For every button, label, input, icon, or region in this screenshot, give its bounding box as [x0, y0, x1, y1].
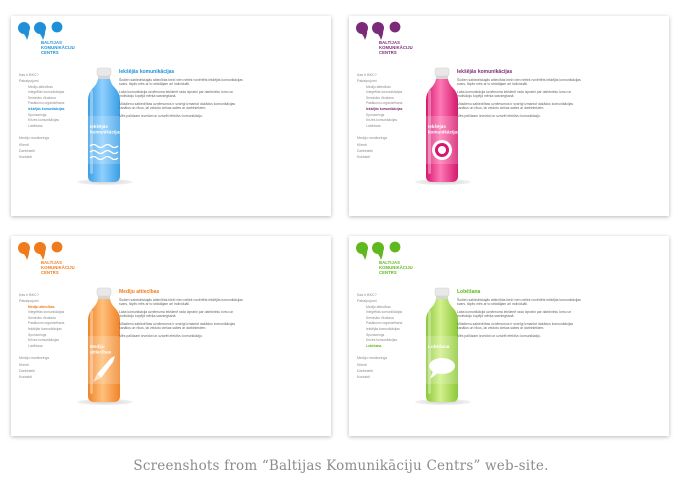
- svg-text:Lobēšana: Lobēšana: [428, 344, 450, 349]
- screenshot-lobbying-green: BALTIJAS KOMUNIKĀCIJU CENTRS Kas ir BKC?…: [349, 236, 669, 436]
- nav-item-contacts[interactable]: Kontakti: [19, 374, 87, 380]
- nav-item-contacts[interactable]: Kontakti: [19, 154, 87, 160]
- brand-name: BALTIJAS KOMUNIKĀCIJU CENTRS: [41, 260, 75, 275]
- nav-item-contacts[interactable]: Kontakti: [357, 154, 425, 160]
- main-navigation: Kas ir BKC? Pakalpojumi Mediju attiecība…: [357, 292, 425, 381]
- brand-line-3: CENTRS: [41, 50, 59, 55]
- brand-name: BALTIJAS KOMUNIKĀCIJU CENTRS: [41, 40, 75, 55]
- quote-marks-icon: [356, 241, 401, 260]
- screenshot-internal-comms-blue: BALTIJAS KOMUNIKĀCIJU CENTRS Kas ir BKC?…: [11, 16, 331, 216]
- brand-name: BALTIJAS KOMUNIKĀCIJU CENTRS: [379, 40, 413, 55]
- content-paragraph: Mēs palīdzam izveidot un uzturēt efektīv…: [457, 114, 541, 119]
- main-navigation: Kas ir BKC? Pakalpojumi Mediju attiecība…: [19, 72, 87, 161]
- content-paragraph: Laba komunikācija uzņēmuma iekšienē rada…: [457, 310, 572, 319]
- page-title: Iekšējās komunikācijas: [119, 69, 175, 75]
- content-paragraph: Laba komunikācija uzņēmuma iekšienē rada…: [457, 90, 572, 99]
- content-paragraph: Šodien sabiedriskajās attiecībās bieži v…: [119, 78, 243, 87]
- page-caption: Screenshots from “Baltijas Komunikāciju …: [133, 458, 549, 474]
- page-title: Mediju attiecības: [119, 289, 160, 295]
- content-paragraph: Mēs palīdzam izveidot un uzturēt efektīv…: [119, 114, 203, 119]
- svg-text:attiecības: attiecības: [90, 350, 112, 355]
- page-title: Lobēšana: [457, 289, 481, 295]
- quote-marks-icon: [356, 21, 401, 40]
- main-navigation: Kas ir BKC? Pakalpojumi Mediju attiecība…: [19, 292, 87, 381]
- main-content: Iekšējās komunikācijas Šodien sabiedrisk…: [119, 69, 245, 122]
- screenshot-media-relations-orange: BALTIJAS KOMUNIKĀCIJU CENTRS Kas ir BKC?…: [11, 236, 331, 436]
- content-paragraph: Laba komunikācija uzņēmuma iekšienē rada…: [119, 310, 234, 319]
- content-paragraph: Mūsdienu sabiedrības uzņēmumos ir svarīg…: [119, 102, 236, 111]
- quote-marks-icon: [18, 21, 63, 40]
- site-logo[interactable]: BALTIJAS KOMUNIKĀCIJU CENTRS: [18, 241, 88, 279]
- main-content: Lobēšana Šodien sabiedriskajās attiecībā…: [457, 289, 583, 342]
- site-logo[interactable]: BALTIJAS KOMUNIKĀCIJU CENTRS: [356, 241, 426, 279]
- main-navigation: Kas ir BKC? Pakalpojumi Mediju attiecība…: [357, 72, 425, 161]
- svg-text:komunikācijas: komunikācijas: [428, 130, 460, 135]
- content-paragraph: Mūsdienu sabiedrības uzņēmumos ir svarīg…: [457, 102, 574, 111]
- brand-line-3: CENTRS: [379, 50, 397, 55]
- brand-line-3: CENTRS: [379, 270, 397, 275]
- content-paragraph: Mūsdienu sabiedrības uzņēmumos ir svarīg…: [119, 322, 236, 331]
- site-logo[interactable]: BALTIJAS KOMUNIKĀCIJU CENTRS: [18, 21, 88, 59]
- content-paragraph: Šodien sabiedriskajās attiecībās bieži v…: [119, 298, 243, 307]
- content-paragraph: Šodien sabiedriskajās attiecībās bieži v…: [457, 78, 581, 87]
- target-icon: [432, 140, 452, 160]
- content-paragraph: Šodien sabiedriskajās attiecībās bieži v…: [457, 298, 581, 307]
- content-paragraph: Mūsdienu sabiedrības uzņēmumos ir svarīg…: [457, 322, 574, 331]
- brand-name: BALTIJAS KOMUNIKĀCIJU CENTRS: [379, 260, 413, 275]
- brand-line-3: CENTRS: [41, 270, 59, 275]
- svg-text:komunikācijas: komunikācijas: [90, 130, 122, 135]
- page-title: Iekšējās komunikācijas: [457, 69, 513, 75]
- content-paragraph: Mēs palīdzam izveidot un uzturēt efektīv…: [119, 334, 203, 339]
- site-logo[interactable]: BALTIJAS KOMUNIKĀCIJU CENTRS: [356, 21, 426, 59]
- main-content: Iekšējās komunikācijas Šodien sabiedrisk…: [457, 69, 583, 122]
- content-paragraph: Mēs palīdzam izveidot un uzturēt efektīv…: [457, 334, 541, 339]
- screenshot-internal-comms-purple: BALTIJAS KOMUNIKĀCIJU CENTRS Kas ir BKC?…: [349, 16, 669, 216]
- quote-marks-icon: [18, 241, 63, 260]
- nav-item-contacts[interactable]: Kontakti: [357, 374, 425, 380]
- content-paragraph: Laba komunikācija uzņēmuma iekšienē rada…: [119, 90, 234, 99]
- main-content: Mediju attiecības Šodien sabiedriskajās …: [119, 289, 245, 342]
